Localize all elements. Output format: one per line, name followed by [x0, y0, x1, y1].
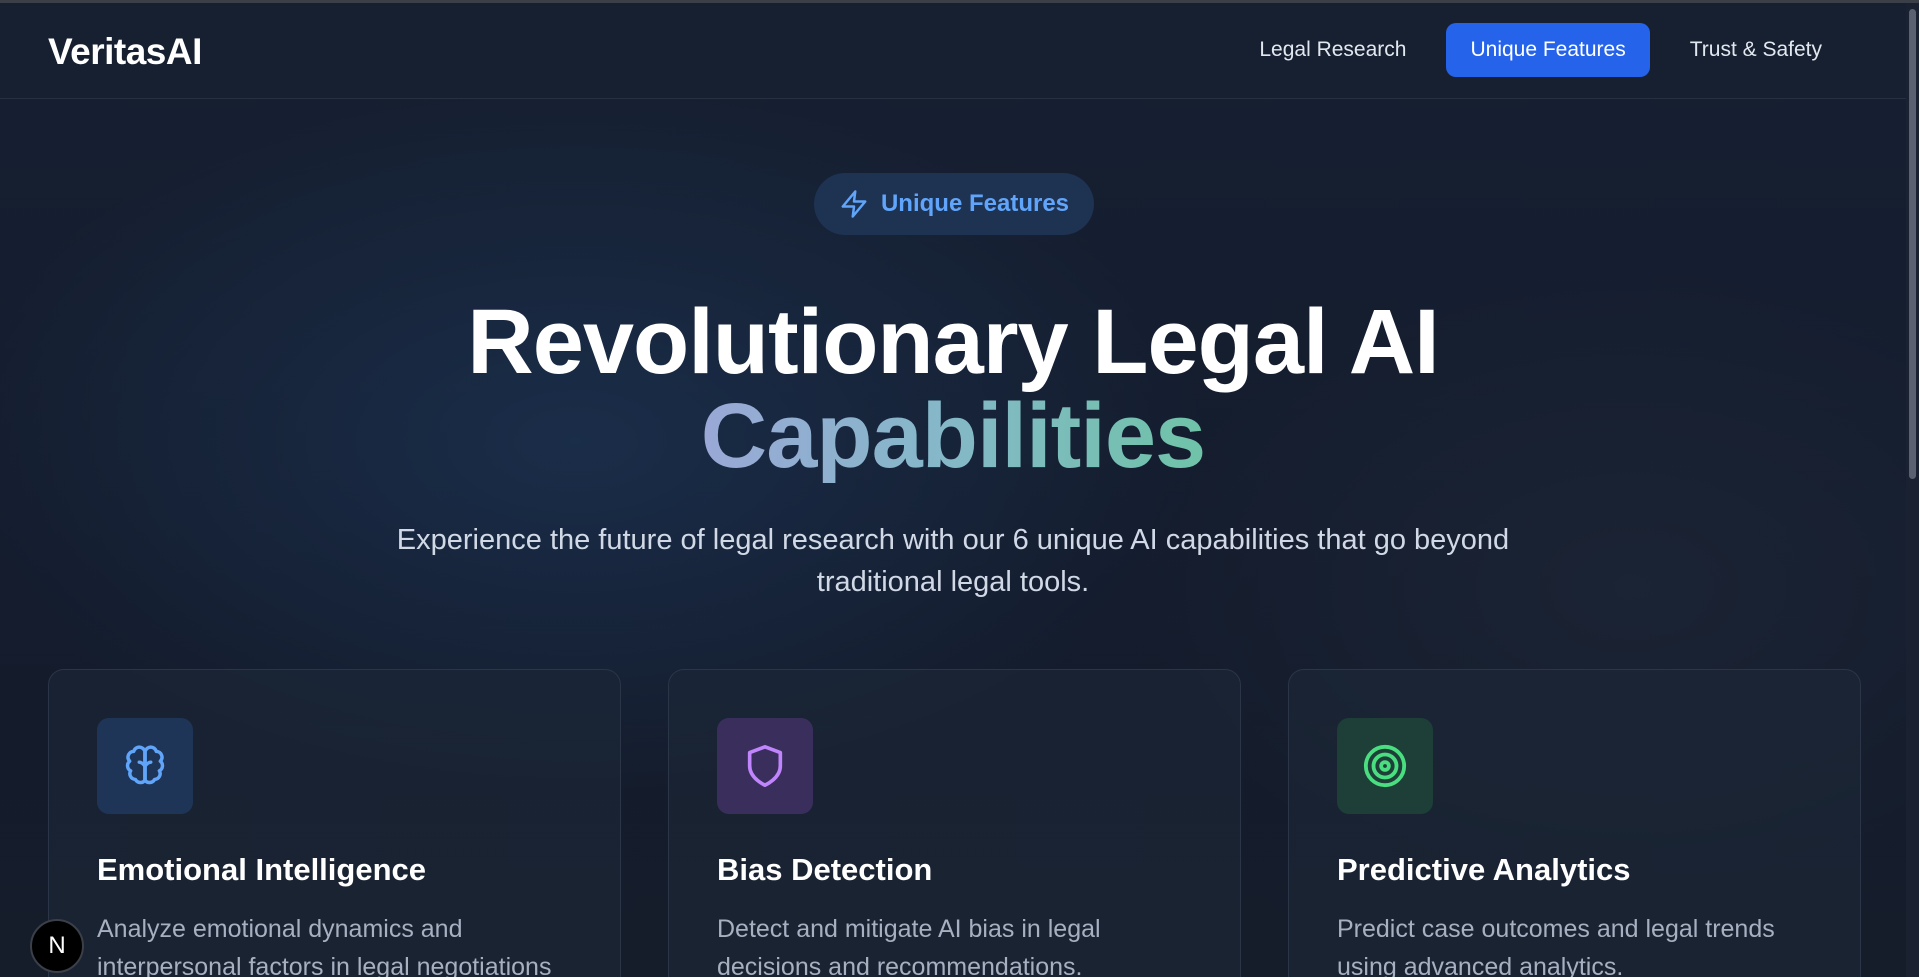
nav-item-trust-safety[interactable]: Trust & Safety: [1664, 23, 1848, 77]
feature-card-predictive-analytics[interactable]: Predictive Analytics Predict case outcom…: [1288, 669, 1861, 977]
feature-icon-box: [97, 718, 193, 814]
feature-icon-box: [1337, 718, 1433, 814]
hero-title-accent: Capabilities: [700, 385, 1206, 487]
feature-card-emotional-intelligence[interactable]: Emotional Intelligence Analyze emotional…: [48, 669, 621, 977]
feature-title: Predictive Analytics: [1337, 852, 1631, 887]
brain-icon: [125, 745, 165, 785]
dev-tools-button[interactable]: N: [30, 919, 84, 973]
target-icon: [1363, 744, 1407, 788]
logo[interactable]: VeritasAI: [48, 31, 202, 73]
lightning-bolt-icon: [841, 190, 867, 218]
feature-title: Bias Detection: [717, 852, 933, 887]
feature-description: Predict case outcomes and legal trends u…: [1337, 915, 1775, 977]
shield-icon: [747, 745, 783, 787]
vertical-scrollbar[interactable]: [1906, 3, 1919, 977]
feature-description: Analyze emotional dynamics and interpers…: [97, 915, 552, 977]
page: VeritasAI Legal Research Unique Features…: [0, 0, 1919, 977]
nav-item-unique-features[interactable]: Unique Features: [1446, 23, 1650, 77]
feature-description: Detect and mitigate AI bias in legal dec…: [717, 915, 1101, 977]
hero-title: Revolutionary Legal AI Capabilities: [0, 295, 1906, 483]
feature-title: Emotional Intelligence: [97, 852, 426, 887]
top-navbar: VeritasAI Legal Research Unique Features…: [0, 3, 1906, 99]
main-nav: Legal Research Unique Features Trust & S…: [1233, 23, 1848, 77]
hero-title-line1: Revolutionary Legal AI: [467, 291, 1439, 393]
section-badge-label: Unique Features: [880, 190, 1070, 217]
section-badge: Unique Features: [814, 173, 1094, 235]
feature-card-bias-detection[interactable]: Bias Detection Detect and mitigate AI bi…: [668, 669, 1241, 977]
feature-icon-box: [717, 718, 813, 814]
scrollbar-thumb[interactable]: [1909, 9, 1916, 479]
nav-item-legal-research[interactable]: Legal Research: [1233, 23, 1432, 77]
hero-subtitle: Experience the future of legal research …: [396, 524, 1510, 598]
